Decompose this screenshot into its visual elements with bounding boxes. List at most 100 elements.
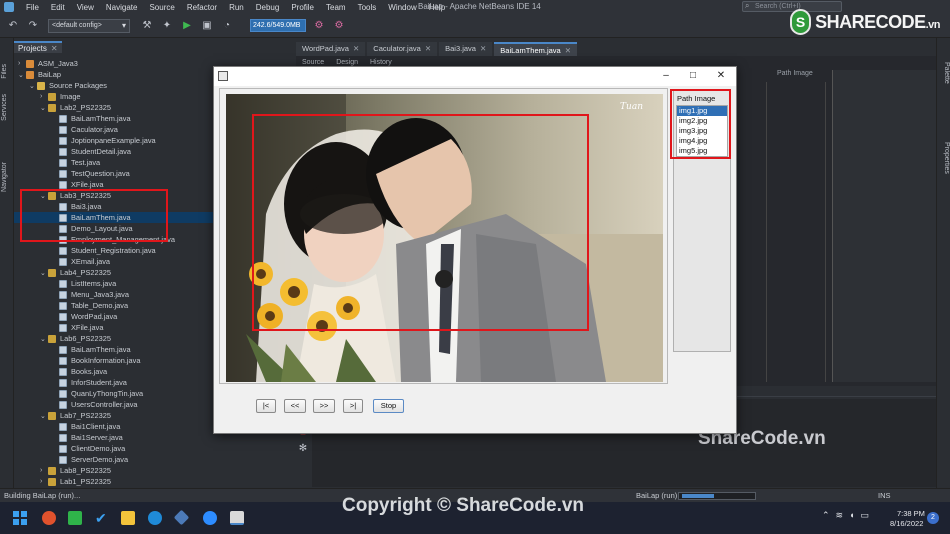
tree-folder-item[interactable]: ⌄ Source Packages [29, 80, 107, 91]
clock-date[interactable]: 8/16/2022 [890, 519, 923, 528]
editor-tab[interactable]: WordPad.java ✕ [296, 42, 366, 56]
chevron-right-icon[interactable]: › [40, 467, 48, 474]
tree-folder-item[interactable]: › Lab1_PS22325 [40, 476, 111, 487]
close-icon[interactable]: ✕ [480, 44, 486, 53]
todo-icon[interactable]: ✔ [95, 511, 109, 525]
tree-file-item[interactable]: Bai1Server.java [51, 432, 123, 443]
close-window-icon[interactable]: ✕ [714, 70, 728, 82]
undo-icon[interactable]: ↶ [6, 19, 20, 33]
tree-folder-item[interactable]: › Image [40, 91, 81, 102]
tree-folder-item[interactable]: ⌄ Lab4_PS22325 [40, 267, 111, 278]
tree-file-item[interactable]: XEmail.java [51, 256, 110, 267]
run-progress-bar[interactable] [678, 492, 756, 500]
tree-folder-item[interactable]: › ASM_Java3 [18, 58, 78, 69]
wifi-icon[interactable]: ≋ [836, 510, 844, 521]
gc-icon[interactable]: ⚙ [312, 19, 326, 33]
memory-indicator[interactable]: 242.6/549.0MB [250, 19, 306, 32]
profile-icon[interactable]: ◔ [220, 19, 234, 33]
debug-icon[interactable]: ▣ [200, 19, 214, 33]
chevron-down-icon[interactable]: ⌄ [18, 71, 26, 79]
close-icon[interactable]: ✕ [51, 44, 58, 53]
palette-side-tab[interactable]: Palette [938, 62, 950, 84]
tree-folder-item[interactable]: › Lab8_PS22325 [40, 465, 111, 476]
app-green-icon[interactable] [68, 511, 82, 525]
chevron-down-icon[interactable]: ⌄ [40, 104, 48, 112]
tree-folder-item[interactable]: ⌄ Lab2_PS22325 [40, 102, 111, 113]
close-icon[interactable]: ✕ [565, 46, 571, 55]
services-side-tab[interactable]: Services [1, 94, 13, 121]
tree-file-item[interactable]: QuanLyThongTin.java [51, 388, 143, 399]
notification-badge[interactable]: 2 [927, 512, 939, 524]
chevron-down-icon[interactable]: ⌄ [40, 335, 48, 343]
run-icon[interactable]: ▶ [180, 19, 194, 33]
menu-item-refactor[interactable]: Refactor [181, 3, 223, 12]
menu-item-profile[interactable]: Profile [285, 3, 320, 12]
chevron-down-icon[interactable]: ⌄ [40, 269, 48, 277]
properties-side-tab[interactable]: Properties [938, 142, 950, 174]
browser-icon[interactable] [42, 511, 56, 525]
tree-file-item[interactable]: XFile.java [51, 322, 103, 333]
tree-file-item[interactable]: ListItems.java [51, 278, 116, 289]
menu-item-tools[interactable]: Tools [352, 3, 383, 12]
chevron-down-icon[interactable]: ⌄ [29, 82, 37, 90]
tree-file-item[interactable]: BaiLamThem.java [51, 344, 131, 355]
tree-folder-item[interactable]: ⌄ Lab6_PS22325 [40, 333, 111, 344]
app-titlebar[interactable]: – □ ✕ [214, 67, 736, 86]
menu-item-team[interactable]: Team [320, 3, 352, 12]
zalo-icon[interactable] [203, 511, 217, 525]
menu-item-debug[interactable]: Debug [250, 3, 286, 12]
stop-button[interactable]: Stop [373, 399, 404, 413]
navigator-side-tab[interactable]: Navigator [1, 162, 13, 192]
tree-file-item[interactable]: Caculator.java [51, 124, 118, 135]
files-side-tab[interactable]: Files [1, 64, 13, 79]
chevron-right-icon[interactable]: › [18, 60, 26, 67]
tree-file-item[interactable]: InforStudent.java [51, 377, 127, 388]
tree-file-item[interactable]: WordPad.java [51, 311, 117, 322]
maximize-icon[interactable]: □ [686, 70, 700, 82]
netbeans-taskbar-icon[interactable] [173, 509, 190, 526]
battery-icon[interactable]: ▭ [861, 510, 870, 521]
tree-file-item[interactable]: ServerDemo.java [51, 454, 128, 465]
tree-file-item[interactable]: BookInformation.java [51, 355, 140, 366]
menu-item-view[interactable]: View [71, 3, 100, 12]
menu-item-window[interactable]: Window [382, 3, 422, 12]
chevron-right-icon[interactable]: › [40, 478, 48, 485]
close-icon[interactable]: ✕ [353, 44, 359, 53]
tree-file-item[interactable]: Books.java [51, 366, 107, 377]
chevron-up-icon[interactable]: ⌃ [822, 510, 830, 521]
gc2-icon[interactable]: ⚙ [332, 19, 346, 33]
edge-icon[interactable] [148, 511, 162, 525]
tree-folder-item[interactable]: ⌄ BaiLap [18, 69, 61, 80]
minimize-icon[interactable]: – [659, 70, 673, 82]
tree-file-item[interactable]: Table_Demo.java [51, 300, 128, 311]
last-image-button[interactable]: >| [343, 399, 363, 413]
build-icon[interactable]: ⚒ [140, 19, 154, 33]
tree-file-item[interactable]: Test.java [51, 157, 100, 168]
settings-icon[interactable]: ✻ [296, 441, 310, 455]
next-image-button[interactable]: >> [313, 399, 335, 413]
tree-file-item[interactable]: StudentDetail.java [51, 146, 131, 157]
windows-start-icon[interactable] [13, 511, 27, 525]
tree-file-item[interactable]: BaiLamThem.java [51, 113, 131, 124]
editor-tab[interactable]: Caculator.java ✕ [367, 42, 438, 56]
tree-folder-item[interactable]: ⌄ Lab7_PS22325 [40, 410, 111, 421]
close-icon[interactable]: ✕ [425, 44, 431, 53]
tree-file-item[interactable]: Bai1Client.java [51, 421, 120, 432]
menu-item-edit[interactable]: Edit [45, 3, 71, 12]
menu-item-source[interactable]: Source [143, 3, 180, 12]
first-image-button[interactable]: |< [256, 399, 276, 413]
editor-tab[interactable]: Bai3.java ✕ [439, 42, 493, 56]
redo-icon[interactable]: ↷ [26, 19, 40, 33]
file-explorer-icon[interactable] [121, 511, 135, 525]
tree-file-item[interactable]: JoptionpaneExample.java [51, 135, 156, 146]
chevron-down-icon[interactable]: ⌄ [40, 412, 48, 420]
java-app-taskbar-icon[interactable] [230, 511, 244, 525]
tree-file-item[interactable]: ClientDemo.java [51, 443, 125, 454]
clock-time[interactable]: 7:38 PM [897, 509, 925, 518]
chevron-right-icon[interactable]: › [40, 93, 48, 100]
tree-file-item[interactable]: TestQuestion.java [51, 168, 130, 179]
menu-item-file[interactable]: File [20, 3, 45, 12]
volume-icon[interactable]: ◖ [849, 510, 854, 521]
editor-tab[interactable]: BaiLamThem.java ✕ [494, 42, 578, 56]
tree-file-item[interactable]: Student_Registration.java [51, 245, 156, 256]
